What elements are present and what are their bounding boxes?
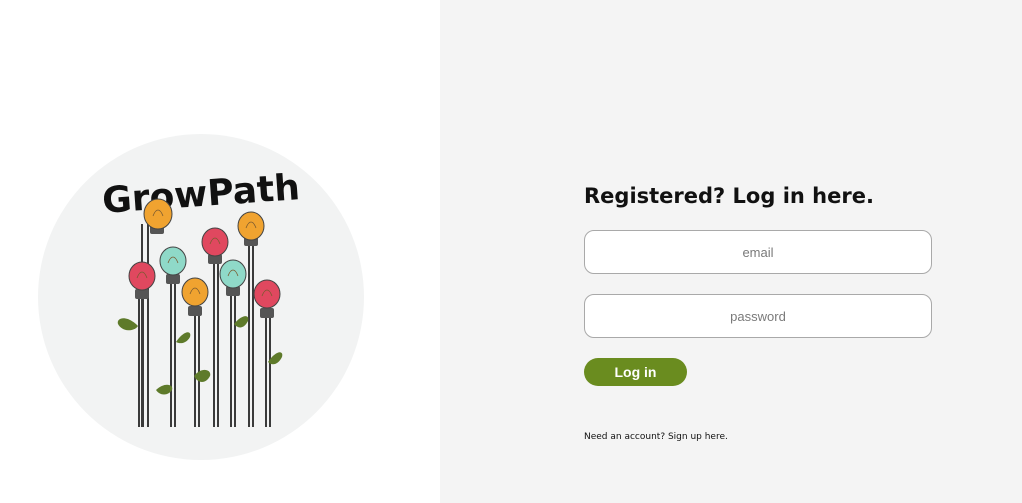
leaf-icon xyxy=(117,318,138,331)
branding-panel: GrowPath xyxy=(0,0,440,503)
leaf-icon xyxy=(234,316,249,328)
leaf-icon xyxy=(194,369,211,382)
bulb-red-icon xyxy=(201,227,229,257)
bulb-mint-icon xyxy=(159,246,187,276)
leaf-icon xyxy=(176,332,191,344)
bulb-red-icon xyxy=(128,261,156,291)
login-form: Registered? Log in here. Log in Need an … xyxy=(584,180,932,443)
signup-link[interactable]: Need an account? Sign up here. xyxy=(584,432,728,442)
logo-text: GrowPath xyxy=(101,167,301,222)
bulb-orange-icon xyxy=(237,211,265,241)
login-heading: Registered? Log in here. xyxy=(584,184,874,208)
bulb-red-icon xyxy=(253,279,281,309)
bulb-mint-icon xyxy=(219,259,247,289)
leaf-icon xyxy=(156,384,173,395)
login-panel: Registered? Log in here. Log in Need an … xyxy=(440,0,1022,503)
password-input[interactable] xyxy=(584,294,932,338)
bulb-orange-icon xyxy=(181,277,209,307)
logo: GrowPath xyxy=(38,134,364,460)
lightbulb-flowers-icon: GrowPath xyxy=(101,167,301,427)
bulb-orange-icon xyxy=(143,198,173,230)
login-button[interactable]: Log in xyxy=(584,358,687,386)
email-input[interactable] xyxy=(584,230,932,274)
login-page: GrowPath Registered? Log in here. email … xyxy=(0,0,1022,503)
